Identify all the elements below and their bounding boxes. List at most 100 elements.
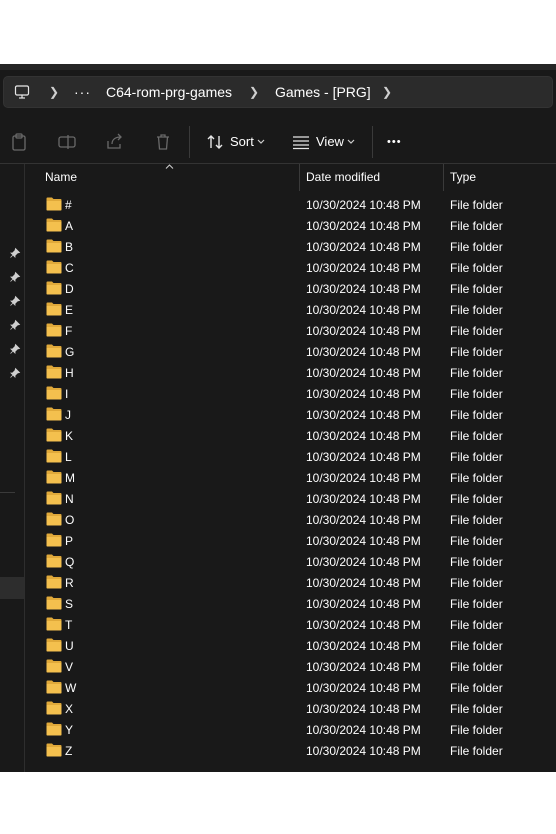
table-row[interactable]: C 10/30/2024 10:48 PM File folder: [25, 258, 556, 279]
file-date-modified: 10/30/2024 10:48 PM: [306, 513, 421, 527]
table-row[interactable]: E 10/30/2024 10:48 PM File folder: [25, 300, 556, 321]
sort-icon[interactable]: [205, 132, 225, 152]
sort-button[interactable]: Sort: [230, 120, 254, 164]
file-date-modified: 10/30/2024 10:48 PM: [306, 261, 421, 275]
table-row[interactable]: U 10/30/2024 10:48 PM File folder: [25, 636, 556, 657]
table-row[interactable]: V 10/30/2024 10:48 PM File folder: [25, 657, 556, 678]
file-type: File folder: [450, 597, 503, 611]
folder-icon: [46, 554, 62, 568]
rename-icon[interactable]: [57, 132, 77, 152]
file-date-modified: 10/30/2024 10:48 PM: [306, 450, 421, 464]
toolbar-separator: [372, 126, 373, 158]
chevron-right-icon[interactable]: ❯: [382, 77, 392, 107]
file-type: File folder: [450, 681, 503, 695]
file-date-modified: 10/30/2024 10:48 PM: [306, 534, 421, 548]
pin-icon[interactable]: [9, 343, 21, 355]
table-row[interactable]: J 10/30/2024 10:48 PM File folder: [25, 405, 556, 426]
table-row[interactable]: F 10/30/2024 10:48 PM File folder: [25, 321, 556, 342]
breadcrumb-games-prg[interactable]: Games - [PRG]: [275, 77, 371, 107]
file-date-modified: 10/30/2024 10:48 PM: [306, 744, 421, 758]
command-bar: Sort View •••: [0, 120, 556, 164]
table-row[interactable]: Y 10/30/2024 10:48 PM File folder: [25, 720, 556, 741]
file-name: K: [65, 429, 74, 443]
file-date-modified: 10/30/2024 10:48 PM: [306, 618, 421, 632]
folder-icon: [46, 218, 62, 232]
column-date-modified[interactable]: Date modified: [306, 164, 380, 191]
file-date-modified: 10/30/2024 10:48 PM: [306, 303, 421, 317]
more-horizontal-icon[interactable]: ···: [74, 77, 91, 107]
file-name: O: [65, 513, 75, 527]
file-type: File folder: [450, 198, 503, 212]
table-row[interactable]: T 10/30/2024 10:48 PM File folder: [25, 615, 556, 636]
folder-icon: [46, 449, 62, 463]
file-name: V: [65, 660, 74, 674]
file-type: File folder: [450, 450, 503, 464]
file-explorer-window: ❯ ··· C64-rom-prg-games ❯ Games - [PRG] …: [0, 64, 556, 772]
folder-icon: [46, 533, 62, 547]
folder-icon: [46, 407, 62, 421]
table-row[interactable]: B 10/30/2024 10:48 PM File folder: [25, 237, 556, 258]
folder-icon: [46, 575, 62, 589]
delete-icon[interactable]: [153, 132, 173, 152]
column-type[interactable]: Type: [450, 164, 476, 191]
navigation-selected-item[interactable]: [0, 577, 24, 599]
pin-icon[interactable]: [9, 247, 21, 259]
file-date-modified: 10/30/2024 10:48 PM: [306, 345, 421, 359]
file-type: File folder: [450, 282, 503, 296]
file-type: File folder: [450, 387, 503, 401]
chevron-right-icon[interactable]: ❯: [249, 77, 259, 107]
file-date-modified: 10/30/2024 10:48 PM: [306, 723, 421, 737]
table-row[interactable]: O 10/30/2024 10:48 PM File folder: [25, 510, 556, 531]
table-row[interactable]: I 10/30/2024 10:48 PM File folder: [25, 384, 556, 405]
column-name[interactable]: Name: [45, 164, 77, 191]
table-row[interactable]: L 10/30/2024 10:48 PM File folder: [25, 447, 556, 468]
file-date-modified: 10/30/2024 10:48 PM: [306, 576, 421, 590]
file-type: File folder: [450, 219, 503, 233]
pin-icon[interactable]: [9, 319, 21, 331]
table-row[interactable]: A 10/30/2024 10:48 PM File folder: [25, 216, 556, 237]
table-row[interactable]: N 10/30/2024 10:48 PM File folder: [25, 489, 556, 510]
table-row[interactable]: X 10/30/2024 10:48 PM File folder: [25, 699, 556, 720]
table-row[interactable]: H 10/30/2024 10:48 PM File folder: [25, 363, 556, 384]
file-date-modified: 10/30/2024 10:48 PM: [306, 324, 421, 338]
computer-icon[interactable]: [14, 84, 30, 100]
table-row[interactable]: W 10/30/2024 10:48 PM File folder: [25, 678, 556, 699]
pin-icon[interactable]: [9, 295, 21, 307]
chevron-down-icon[interactable]: [347, 139, 355, 145]
pin-icon[interactable]: [9, 367, 21, 379]
pin-icon[interactable]: [9, 271, 21, 283]
file-type: File folder: [450, 744, 503, 758]
file-name: C: [65, 261, 74, 275]
file-date-modified: 10/30/2024 10:48 PM: [306, 492, 421, 506]
paste-icon[interactable]: [9, 132, 29, 152]
table-row[interactable]: M 10/30/2024 10:48 PM File folder: [25, 468, 556, 489]
folder-icon: [46, 281, 62, 295]
address-bar[interactable]: ❯ ··· C64-rom-prg-games ❯ Games - [PRG] …: [3, 76, 553, 108]
file-name: U: [65, 639, 74, 653]
chevron-down-icon[interactable]: [257, 139, 265, 145]
file-date-modified: 10/30/2024 10:48 PM: [306, 555, 421, 569]
file-name: X: [65, 702, 74, 716]
file-type: File folder: [450, 303, 503, 317]
view-button[interactable]: View: [316, 120, 344, 164]
table-row[interactable]: Q 10/30/2024 10:48 PM File folder: [25, 552, 556, 573]
table-row[interactable]: D 10/30/2024 10:48 PM File folder: [25, 279, 556, 300]
more-icon[interactable]: •••: [387, 120, 402, 164]
table-row[interactable]: S 10/30/2024 10:48 PM File folder: [25, 594, 556, 615]
table-row[interactable]: G 10/30/2024 10:48 PM File folder: [25, 342, 556, 363]
column-separator[interactable]: [299, 164, 300, 191]
chevron-right-icon[interactable]: ❯: [49, 77, 59, 107]
table-row[interactable]: K 10/30/2024 10:48 PM File folder: [25, 426, 556, 447]
folder-icon: [46, 344, 62, 358]
folder-icon: [46, 743, 62, 757]
file-type: File folder: [450, 261, 503, 275]
breadcrumb-c64-rom-prg-games[interactable]: C64-rom-prg-games: [106, 77, 232, 107]
file-type: File folder: [450, 702, 503, 716]
view-icon[interactable]: [291, 132, 311, 152]
table-row[interactable]: R 10/30/2024 10:48 PM File folder: [25, 573, 556, 594]
table-row[interactable]: #10/30/2024 10:48 PM File folder: [25, 195, 556, 216]
share-icon[interactable]: [105, 132, 125, 152]
column-separator[interactable]: [443, 164, 444, 191]
table-row[interactable]: P 10/30/2024 10:48 PM File folder: [25, 531, 556, 552]
table-row[interactable]: Z 10/30/2024 10:48 PM File folder: [25, 741, 556, 762]
